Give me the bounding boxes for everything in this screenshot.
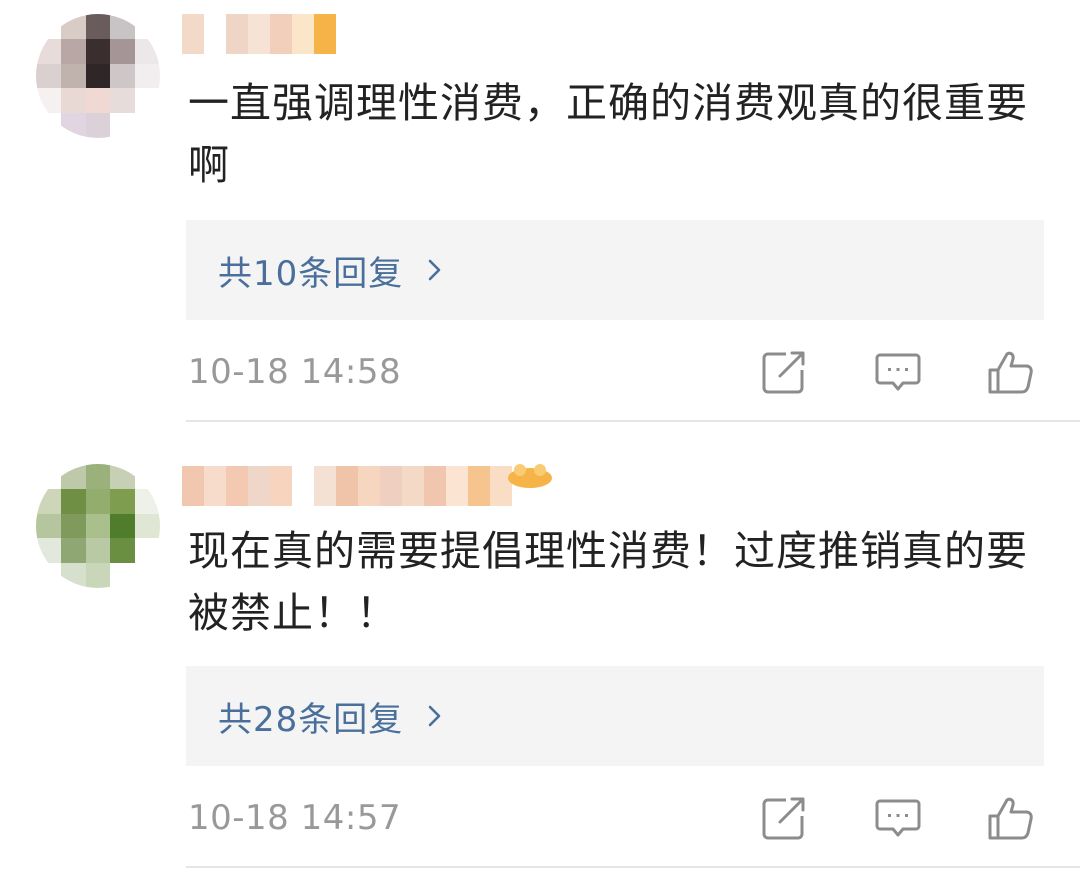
username-mosaic-cell	[270, 466, 292, 506]
avatar-mosaic-cell	[60, 38, 86, 64]
username-mosaic-cell	[336, 466, 358, 506]
avatar-mosaic-cell	[110, 88, 136, 114]
username-mosaic-cell	[182, 14, 204, 54]
username-mosaic-cell	[226, 466, 248, 506]
avatar-mosaic-cell	[135, 38, 160, 64]
avatar-mosaic-cell	[85, 538, 111, 564]
username-mosaic-cell	[468, 466, 490, 506]
username-mosaic-cell	[446, 466, 468, 506]
divider	[186, 866, 1080, 868]
avatar-mosaic-cell	[110, 113, 136, 138]
avatar-mosaic-cell	[135, 488, 160, 514]
username-mosaic-cell	[248, 14, 270, 54]
avatar-mosaic-cell	[135, 563, 160, 588]
comment-item: 一直强调理性消费，正确的消费观真的很重要啊 共10条回复 10-18 14:58	[0, 0, 1080, 422]
username-mosaic-cell	[380, 466, 402, 506]
username-mosaic-cell	[226, 14, 248, 54]
avatar-mosaic-cell	[85, 563, 111, 588]
username-mosaic-cell	[314, 14, 336, 54]
username-mosaic-cell	[204, 466, 226, 506]
avatar-mosaic-cell	[135, 513, 160, 539]
username-mosaic-cell	[358, 466, 380, 506]
avatar-mosaic-cell	[60, 14, 86, 39]
username-mosaic-cell	[270, 14, 292, 54]
replies-count-label: 共28条回复	[218, 699, 404, 740]
avatar-mosaic-cell	[60, 113, 86, 138]
edit-share-icon[interactable]	[760, 794, 808, 842]
avatar-mosaic-cell	[85, 113, 111, 138]
avatar-mosaic-cell	[110, 38, 136, 64]
avatar-mosaic-cell	[60, 538, 86, 564]
edit-share-icon[interactable]	[760, 348, 808, 396]
thumbs-up-icon[interactable]	[986, 794, 1034, 842]
avatar[interactable]	[36, 464, 160, 588]
avatar-mosaic-cell	[85, 464, 111, 489]
avatar-mosaic-cell	[135, 538, 160, 564]
username-blurred[interactable]	[182, 14, 362, 54]
thumbs-up-icon[interactable]	[986, 348, 1034, 396]
avatar-mosaic-cell	[110, 513, 136, 539]
chevron-right-icon	[428, 705, 441, 727]
avatar-mosaic-cell	[36, 63, 61, 89]
avatar-mosaic-cell	[110, 488, 136, 514]
avatar-mosaic-cell	[110, 464, 136, 489]
avatar-mosaic-cell	[60, 88, 86, 114]
avatar-mosaic-cell	[135, 113, 160, 138]
avatar-mosaic-cell	[36, 14, 61, 39]
avatar-mosaic-cell	[36, 563, 61, 588]
username-mosaic-cell	[314, 466, 336, 506]
username-mosaic-cell	[424, 466, 446, 506]
avatar-mosaic-cell	[85, 513, 111, 539]
avatar-mosaic-cell	[110, 63, 136, 89]
avatar-mosaic-cell	[110, 538, 136, 564]
avatar-mosaic-cell	[85, 14, 111, 39]
avatar-mosaic-cell	[85, 63, 111, 89]
avatar-mosaic-cell	[135, 63, 160, 89]
comment-icon[interactable]	[874, 348, 922, 396]
avatar-mosaic-cell	[36, 538, 61, 564]
avatar-mosaic-cell	[135, 88, 160, 114]
avatar-mosaic-cell	[85, 38, 111, 64]
username-mosaic-cell	[292, 14, 314, 54]
avatar-mosaic-cell	[135, 464, 160, 489]
username-mosaic-cell	[204, 14, 226, 54]
comment-timestamp: 10-18 14:58	[188, 352, 402, 392]
view-replies-button[interactable]: 共10条回复	[186, 220, 1044, 320]
avatar[interactable]	[36, 14, 160, 138]
comment-item: 现在真的需要提倡理性消费！过度推销真的要被禁止！！ 共28条回复 10-18 1…	[0, 422, 1080, 876]
comment-icon[interactable]	[874, 794, 922, 842]
comment-text: 现在真的需要提倡理性消费！过度推销真的要被禁止！！	[188, 527, 1028, 637]
avatar-mosaic-cell	[135, 14, 160, 39]
avatar-mosaic-cell	[60, 563, 86, 588]
vip-badge-icon	[508, 464, 552, 488]
username-mosaic-cell	[292, 466, 314, 506]
username-mosaic-cell	[182, 466, 204, 506]
view-replies-button[interactable]: 共28条回复	[186, 666, 1044, 766]
avatar-mosaic-cell	[36, 488, 61, 514]
avatar-mosaic-cell	[85, 88, 111, 114]
comment-timestamp: 10-18 14:57	[188, 798, 402, 838]
avatar-mosaic-cell	[60, 513, 86, 539]
avatar-mosaic-cell	[36, 464, 61, 489]
username-mosaic-cell	[336, 14, 358, 54]
avatar-mosaic-cell	[110, 563, 136, 588]
comment-text: 一直强调理性消费，正确的消费观真的很重要啊	[188, 79, 1028, 189]
username-mosaic-cell	[402, 466, 424, 506]
avatar-mosaic-cell	[85, 488, 111, 514]
avatar-mosaic-cell	[36, 38, 61, 64]
avatar-mosaic-cell	[60, 488, 86, 514]
avatar-mosaic-cell	[60, 63, 86, 89]
avatar-mosaic-cell	[60, 464, 86, 489]
avatar-mosaic-cell	[36, 113, 61, 138]
avatar-mosaic-cell	[36, 88, 61, 114]
avatar-mosaic-cell	[36, 513, 61, 539]
replies-count-label: 共10条回复	[218, 253, 404, 294]
username-mosaic-cell	[248, 466, 270, 506]
avatar-mosaic-cell	[110, 14, 136, 39]
chevron-right-icon	[428, 259, 441, 281]
